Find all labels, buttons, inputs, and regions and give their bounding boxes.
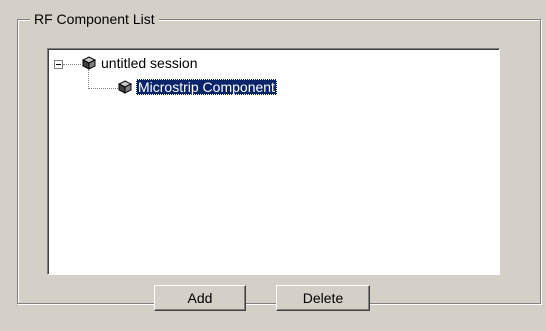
cube-icon (118, 80, 132, 94)
component-tree[interactable]: untitled session Microstrip Component (47, 48, 500, 275)
tree-connector-line (88, 88, 118, 89)
tree-node-microstrip-component[interactable]: Microstrip Component (136, 79, 277, 95)
add-button[interactable]: Add (154, 285, 246, 311)
tree-connector-line (88, 70, 89, 89)
collapse-toggle-icon[interactable] (54, 60, 63, 69)
group-title: RF Component List (30, 10, 159, 28)
tree-node-root[interactable]: untitled session (99, 55, 200, 71)
delete-button[interactable]: Delete (276, 285, 370, 311)
cube-icon (82, 56, 96, 70)
tree-connector-line (63, 64, 81, 65)
